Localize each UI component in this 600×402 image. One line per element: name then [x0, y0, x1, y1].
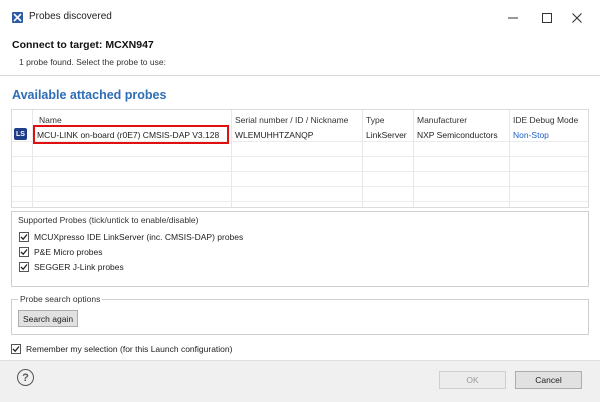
checkmark-icon	[20, 234, 28, 241]
checkmark-icon	[12, 346, 20, 353]
column-header-manufacturer[interactable]: Manufacturer	[417, 115, 467, 125]
checkbox[interactable]	[19, 262, 29, 272]
checkbox-label: SEGGER J-Link probes	[34, 262, 124, 272]
search-again-button[interactable]: Search again	[18, 310, 78, 327]
cancel-button[interactable]: Cancel	[515, 371, 582, 389]
close-icon	[572, 13, 582, 23]
dialog-footer: ? OK Cancel	[0, 360, 600, 402]
checkbox[interactable]	[11, 344, 21, 354]
dialog-heading: Connect to target: MCXN947	[12, 39, 154, 51]
table-row-empty	[12, 173, 588, 187]
remember-selection-label: Remember my selection (for this Launch c…	[26, 344, 233, 354]
help-icon[interactable]: ?	[17, 369, 34, 386]
search-options-label: Probe search options	[18, 294, 103, 304]
close-button[interactable]	[560, 5, 594, 31]
supported-probes-label: Supported Probes (tick/untick to enable/…	[18, 215, 199, 225]
ok-button[interactable]: OK	[439, 371, 506, 389]
checkbox[interactable]	[19, 232, 29, 242]
table-row-empty	[12, 188, 588, 202]
checkmark-icon	[20, 264, 28, 271]
table-row-empty	[12, 143, 588, 157]
supported-probes-group: Supported Probes (tick/untick to enable/…	[11, 211, 589, 287]
checkbox[interactable]	[19, 247, 29, 257]
table-row[interactable]: LS MCU-LINK on-board (r0E7) CMSIS-DAP V3…	[12, 125, 588, 144]
probe-serial: WLEMUHHTZANQP	[235, 130, 314, 140]
dialog-subtitle: 1 probe found. Select the probe to use:	[19, 57, 166, 67]
maximize-button[interactable]	[530, 5, 564, 31]
column-header-type[interactable]: Type	[366, 115, 384, 125]
linkserver-badge: LS	[14, 128, 27, 140]
minimize-button[interactable]	[496, 5, 530, 31]
window-title: Probes discovered	[29, 11, 112, 22]
remember-selection-checkbox[interactable]: Remember my selection (for this Launch c…	[11, 344, 232, 354]
column-header-serial[interactable]: Serial number / ID / Nickname	[235, 115, 348, 125]
minimize-icon	[508, 17, 518, 19]
checkbox-label: MCUXpresso IDE LinkServer (inc. CMSIS-DA…	[34, 232, 244, 242]
search-options-group: Probe search options Search again	[11, 294, 589, 335]
probes-section-title: Available attached probes	[12, 88, 167, 102]
column-header-debug-mode[interactable]: IDE Debug Mode	[513, 115, 578, 125]
probe-type: LinkServer	[366, 130, 407, 140]
title-bar: Probes discovered	[0, 0, 600, 34]
checkmark-icon	[20, 249, 28, 256]
checkbox-label: P&E Micro probes	[34, 247, 103, 257]
maximize-icon	[542, 13, 552, 23]
probe-debug-mode[interactable]: Non-Stop	[513, 130, 549, 140]
checkbox-pemicro[interactable]: P&E Micro probes	[19, 247, 103, 257]
table-row-empty	[12, 158, 588, 172]
header-divider	[0, 75, 600, 76]
column-header-name[interactable]: Name	[39, 115, 62, 125]
probe-table[interactable]: Name Serial number / ID / Nickname Type …	[11, 109, 589, 208]
checkbox-segger[interactable]: SEGGER J-Link probes	[19, 262, 124, 272]
probe-manufacturer: NXP Semiconductors	[417, 130, 498, 140]
checkbox-linkserver[interactable]: MCUXpresso IDE LinkServer (inc. CMSIS-DA…	[19, 232, 243, 242]
app-icon	[12, 12, 23, 23]
probe-name[interactable]: MCU-LINK on-board (r0E7) CMSIS-DAP V3.12…	[37, 130, 219, 140]
